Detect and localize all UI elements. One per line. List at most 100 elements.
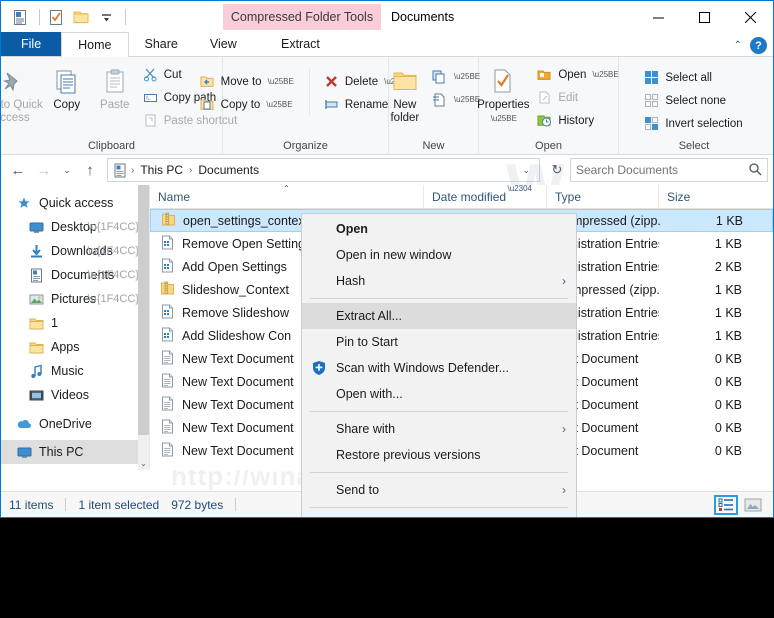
pin-icon[interactable]: \u{1F4CC}: [88, 293, 139, 305]
sidebar-scrollbar[interactable]: ⌄: [138, 185, 149, 470]
edit-button[interactable]: Edit: [533, 87, 623, 108]
breadcrumb-item-this-pc[interactable]: This PC: [136, 163, 187, 177]
page-title: Documents: [391, 10, 455, 24]
pin-to-quick-access-button[interactable]: Pin to Quick access: [1, 62, 43, 125]
tab-home[interactable]: Home: [61, 32, 129, 57]
file-size-cell: 0 KB: [714, 374, 742, 389]
menu-item-scan-with-windows-defender[interactable]: Scan with Windows Defender...: [302, 355, 576, 381]
tab-view[interactable]: View: [193, 32, 253, 56]
tab-file[interactable]: File: [1, 32, 62, 56]
minimize-button[interactable]: [635, 1, 681, 33]
sidebar-item-onedrive[interactable]: OneDrive: [1, 412, 149, 436]
contextual-tab-compressed-folder-tools[interactable]: Compressed Folder Tools: [223, 4, 381, 30]
properties-icon: [490, 65, 516, 99]
menu-item-share-with[interactable]: Share with ›: [302, 416, 576, 442]
menu-item-restore-previous-versions[interactable]: Restore previous versions: [302, 442, 576, 468]
breadcrumb-dropdown-icon[interactable]: ⌄: [516, 165, 536, 176]
new-folder-button[interactable]: New folder: [382, 62, 428, 125]
search-input[interactable]: [576, 163, 748, 177]
zip-icon: [161, 212, 176, 230]
maximize-button[interactable]: [681, 1, 727, 33]
sidebar-item-documents[interactable]: Documents \u{1F4CC}: [1, 263, 149, 287]
taskbar: [0, 518, 774, 618]
back-button[interactable]: ←: [6, 158, 30, 182]
context-menu-items: Open Open in new window Hash › Extract All..…: [302, 216, 576, 517]
menu-item-hash[interactable]: Hash ›: [302, 268, 576, 294]
menu-item-label: Extract All...: [336, 309, 402, 323]
breadcrumb-item-documents[interactable]: Documents: [194, 163, 263, 177]
divider: [125, 9, 126, 25]
checklist-icon[interactable]: [45, 6, 67, 28]
pin-icon[interactable]: \u{1F4CC}: [88, 221, 139, 233]
tab-extract[interactable]: Extract: [265, 32, 336, 56]
collapse-ribbon-icon[interactable]: ⌃: [734, 40, 742, 51]
column-headers: ⌃ Name \u2304 Date modified Type Size: [150, 184, 773, 209]
search-icon[interactable]: [748, 162, 762, 179]
menu-item-pin-to-start[interactable]: Pin to Start: [302, 329, 576, 355]
easy-access-icon: [431, 91, 448, 108]
move-to-button[interactable]: Move to \u25BE: [196, 71, 299, 92]
menu-item-extract-all[interactable]: Extract All...: [302, 303, 576, 329]
copy-button[interactable]: Copy: [43, 62, 91, 112]
help-icon[interactable]: ?: [750, 37, 767, 54]
menu-item-open-in-new-window[interactable]: Open in new window: [302, 242, 576, 268]
sidebar-item-videos[interactable]: Videos: [1, 383, 149, 407]
large-icons-view-button[interactable]: [741, 495, 765, 515]
menu-item-open[interactable]: Open: [302, 216, 576, 242]
up-button[interactable]: ↑: [78, 158, 102, 182]
properties-icon[interactable]: [9, 6, 31, 28]
menu-item-send-to[interactable]: Send to ›: [302, 477, 576, 503]
ribbon-group-select: Select all Select none Invert selection …: [619, 57, 769, 155]
sidebar-item-quick-access[interactable]: Quick access: [1, 191, 149, 215]
file-size-cell: 1 KB: [715, 213, 743, 228]
history-button[interactable]: History: [533, 110, 623, 131]
paste-button[interactable]: Paste: [91, 62, 139, 112]
copy-icon: [53, 65, 81, 99]
new-folder-icon[interactable]: [70, 6, 92, 28]
sidebar-item-apps[interactable]: Apps: [1, 335, 149, 359]
sidebar-item-downloads[interactable]: Downloads \u{1F4CC}: [1, 239, 149, 263]
menu-item-open-with[interactable]: Open with...: [302, 381, 576, 407]
forward-button[interactable]: →: [32, 158, 56, 182]
invert-selection-button[interactable]: Invert selection: [640, 113, 747, 134]
group-label-clipboard: Clipboard: [87, 140, 136, 152]
column-header-date-modified[interactable]: \u2304 Date modified: [424, 184, 547, 209]
refresh-button[interactable]: ↻: [546, 158, 568, 182]
sidebar-item-this-pc[interactable]: This PC: [1, 440, 149, 464]
recent-locations-button[interactable]: ⌄: [58, 158, 76, 182]
pin-icon[interactable]: \u{1F4CC}: [88, 269, 139, 281]
scroll-down-button[interactable]: ⌄: [138, 456, 149, 470]
properties-button[interactable]: Properties \u25BE: [473, 62, 533, 125]
scrollbar-thumb[interactable]: [138, 185, 149, 435]
documents-icon: [27, 266, 45, 284]
sidebar-item-network[interactable]: Network: [1, 464, 149, 470]
file-name-label: Add Open Settings: [182, 259, 287, 274]
ribbon-group-open: Properties \u25BE Open \u25BE Edit Histo…: [477, 57, 619, 155]
search-box[interactable]: [570, 158, 768, 182]
title-bar: Compressed Folder Tools Documents: [1, 1, 773, 33]
column-header-type[interactable]: Type: [547, 184, 659, 209]
copy-to-button[interactable]: Copy to \u25BE: [196, 94, 299, 115]
star-pin-icon: [15, 194, 33, 212]
open-button[interactable]: Open \u25BE: [533, 64, 623, 85]
details-view-button[interactable]: [714, 494, 738, 515]
pin-icon[interactable]: \u{1F4CC}: [88, 245, 139, 257]
sidebar-item-label: Apps: [51, 340, 80, 354]
sidebar-item-1[interactable]: 1: [1, 311, 149, 335]
close-button[interactable]: [727, 1, 773, 33]
select-none-button[interactable]: Select none: [640, 90, 747, 111]
folder-icon: [27, 314, 45, 332]
column-header-size[interactable]: Size: [659, 185, 754, 209]
breadcrumb[interactable]: › This PC › Documents ⌄: [107, 158, 540, 182]
select-all-button[interactable]: Select all: [640, 67, 747, 88]
column-header-name[interactable]: ⌃ Name: [150, 184, 424, 209]
tab-share[interactable]: Share: [128, 32, 194, 56]
reg-icon: [160, 327, 175, 345]
sidebar-item-pictures[interactable]: Pictures \u{1F4CC}: [1, 287, 149, 311]
file-size-cell: 1 KB: [714, 305, 742, 320]
sidebar-item-music[interactable]: Music: [1, 359, 149, 383]
dropdown-icon[interactable]: [95, 6, 117, 28]
address-bar: ← → ⌄ ↑ › This PC › Documents ⌄ ↻ Search…: [1, 155, 773, 185]
sidebar-item-desktop[interactable]: Desktop \u{1F4CC}: [1, 215, 149, 239]
ribbon-tabs: File Home Share View Extract ⌃ ?: [1, 32, 773, 57]
